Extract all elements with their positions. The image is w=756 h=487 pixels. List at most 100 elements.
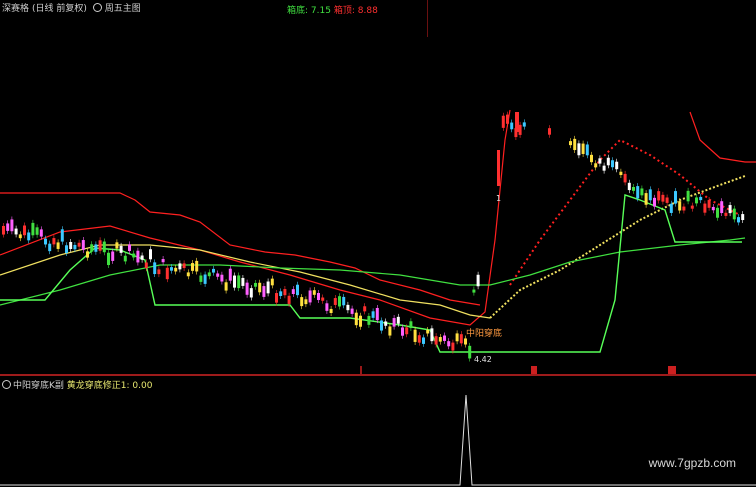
candle-body [350, 308, 354, 314]
candle-body [178, 263, 182, 270]
candle-body [207, 272, 211, 277]
period-marker [668, 366, 676, 374]
sub-panel-title[interactable]: 中阳穿底K副 [13, 381, 64, 391]
candle-body [31, 222, 35, 236]
green-ma-line [0, 237, 746, 306]
candle-body [476, 274, 480, 287]
candle-body [392, 318, 396, 327]
candle-body [703, 203, 707, 213]
upper-band-line [0, 192, 481, 306]
candle-body [300, 297, 304, 307]
candle-body [699, 196, 703, 201]
candle-body [329, 308, 333, 314]
candle-body [455, 333, 459, 342]
candle-body [363, 306, 367, 312]
candle-body [695, 197, 698, 204]
candle-body [741, 214, 745, 221]
period-label[interactable]: (日线 前复权) [32, 4, 87, 14]
candle-body [371, 311, 375, 318]
indicator-value: 黄龙穿底修正1: 0.00 [66, 381, 153, 391]
candle-body [653, 197, 656, 207]
candle-body [602, 165, 606, 171]
candle-body [716, 207, 719, 218]
candle-body [367, 315, 371, 325]
candle-body [10, 219, 14, 232]
candle-body [296, 284, 299, 296]
box-low-value: 7.15 [310, 6, 331, 16]
candle-body [132, 253, 136, 258]
candle-body [149, 249, 152, 260]
candle-body [690, 205, 694, 209]
candle-body [254, 282, 257, 287]
candle-body [6, 223, 10, 231]
candle-body [497, 150, 500, 186]
candle-body [48, 243, 52, 252]
candle-body [627, 182, 631, 191]
candle-body [279, 291, 283, 297]
candle-body [220, 274, 224, 282]
candle-body [115, 242, 119, 249]
candle-body [270, 278, 274, 286]
candle-body [573, 138, 577, 151]
candle-body [102, 241, 106, 253]
candle-body [388, 326, 392, 336]
candle-body [107, 252, 110, 266]
sub-panel-header: 中阳穿底K副 黄龙穿底修正1: 0.00 [2, 378, 152, 391]
candle-body [262, 286, 266, 297]
candle-body [157, 269, 161, 275]
candle-body [283, 289, 287, 296]
candle-body [354, 312, 358, 326]
candle-body [275, 293, 278, 303]
candle-body [711, 206, 715, 211]
candle-body [128, 244, 131, 252]
support-line [0, 194, 742, 353]
stock-name[interactable]: 深赛格 [2, 4, 29, 14]
candle-body [56, 242, 60, 249]
candle-body [724, 212, 728, 216]
candle-body [720, 201, 724, 214]
candle-body [325, 303, 329, 311]
candle-body [569, 141, 572, 146]
candle-body [640, 188, 644, 196]
candle-body [661, 194, 665, 202]
candle-body [174, 267, 178, 272]
candle-body [598, 158, 602, 164]
candle-body [409, 321, 413, 329]
candle-body [233, 275, 236, 288]
candle-body [623, 173, 627, 183]
candle-body [606, 157, 610, 166]
candle-body [39, 229, 43, 237]
candle-body [94, 244, 98, 252]
candle-body [69, 241, 73, 249]
candle-body [333, 298, 337, 305]
candle-body [199, 275, 203, 282]
candle-body [506, 114, 509, 124]
chart-header: 深赛格 (日线 前复权) 周五主图 [2, 1, 144, 14]
candle-body [245, 282, 249, 295]
candle-body [136, 250, 140, 263]
settings-circle-icon[interactable] [92, 3, 102, 12]
template-name[interactable]: 周五主图 [105, 4, 141, 14]
candle-body [153, 262, 157, 275]
candle-body [669, 203, 673, 213]
candle-body [165, 267, 169, 280]
candle-body [426, 329, 430, 334]
candle-body [195, 260, 199, 272]
candle-body [86, 251, 89, 258]
signal-marker: 1 [496, 194, 502, 203]
candle-body [44, 238, 47, 245]
candle-body [18, 234, 22, 239]
candle-body [338, 296, 341, 307]
candle-body [123, 255, 127, 262]
candlestick-chart [0, 109, 756, 486]
candle-body [342, 296, 346, 306]
sub-settings-circle-icon[interactable] [2, 380, 11, 389]
candle-body [23, 225, 26, 236]
candle-body [228, 268, 232, 281]
candle-body [384, 321, 388, 326]
candle-body [737, 217, 740, 223]
candle-body [2, 225, 5, 235]
candle-body [636, 186, 640, 199]
candle-body [241, 277, 245, 286]
candle-body [615, 161, 619, 170]
